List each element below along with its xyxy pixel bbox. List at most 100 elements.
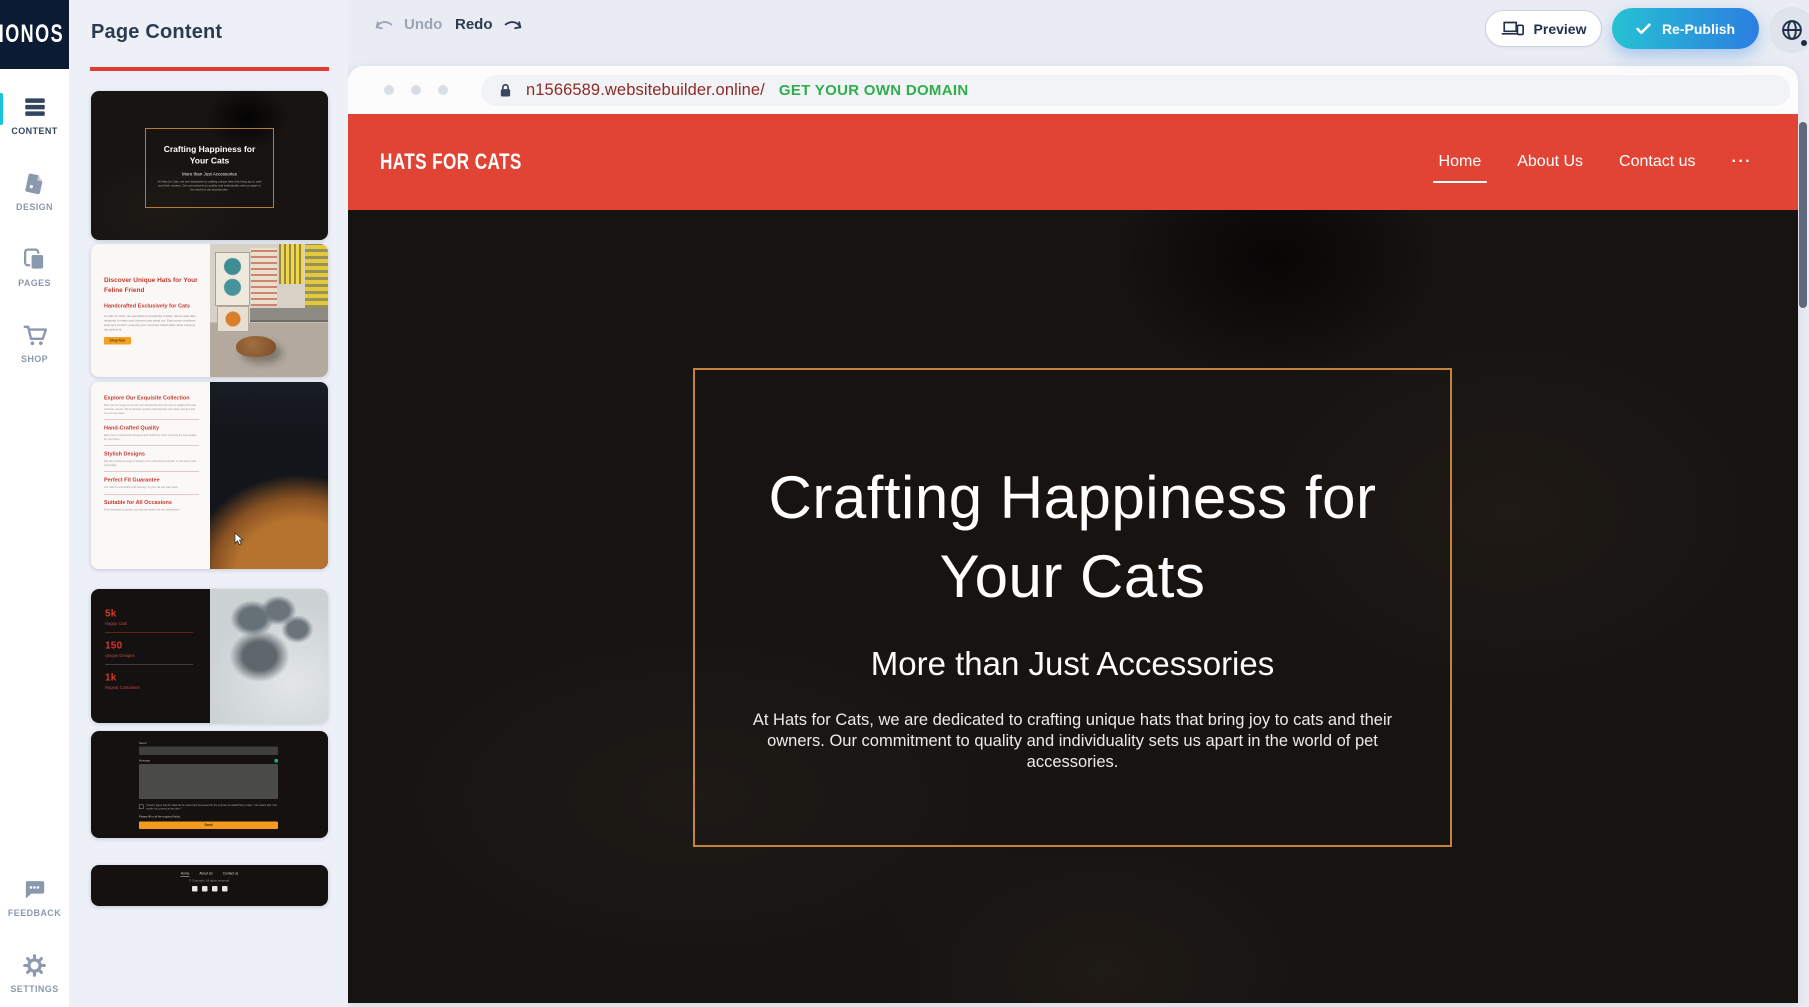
thumb-footer-link: Home xyxy=(181,872,190,877)
hero-body-text: At Hats for Cats, we are dedicated to cr… xyxy=(723,710,1423,773)
preview-button[interactable]: Preview xyxy=(1485,10,1602,47)
ionos-logo: IONOS xyxy=(0,0,69,69)
cat-shape xyxy=(236,336,276,357)
section-thumb-hero[interactable]: Crafting Happiness for Your Cats More th… xyxy=(91,91,328,240)
thumb-collection-body: Each hat is meticulously designed and cr… xyxy=(104,434,199,442)
poster-shape xyxy=(251,248,277,306)
thumb-stat-label: Repeat Customers xyxy=(105,685,193,690)
language-globe-button[interactable] xyxy=(1769,7,1809,53)
thumb-collection-heading: Perfect Fit Guarantee xyxy=(104,477,199,483)
divider xyxy=(104,472,199,473)
sidebar-item-design[interactable]: DESIGN xyxy=(0,161,69,221)
republish-button[interactable]: Re-Publish xyxy=(1612,8,1759,49)
window-dot xyxy=(384,85,394,95)
divider xyxy=(104,494,199,495)
section-thumb-contact-form[interactable]: Name* Message I hereby agree that this d… xyxy=(91,731,328,838)
redo-label: Redo xyxy=(455,16,493,33)
thumb-stat-value: 5k xyxy=(105,608,193,620)
site-nav-about-us[interactable]: About Us xyxy=(1515,149,1585,175)
sidebar-item-label: CONTENT xyxy=(11,126,57,136)
section-thumb-collection[interactable]: Explore Our Exquisite Collection Dive in… xyxy=(91,382,328,569)
section-thumb-stats[interactable]: 5k Happy Cats 150 Unique Designs 1k Repe… xyxy=(91,589,328,723)
rail-bottom-group: FEEDBACK SETT xyxy=(0,867,69,1003)
pinterest-icon xyxy=(222,886,228,892)
thumb-name-label: Name* xyxy=(139,742,278,745)
gear-icon xyxy=(22,953,47,978)
thumb-collection-heading: Explore Our Exquisite Collection xyxy=(104,395,199,401)
address-bar[interactable]: n1566589.websitebuilder.online/ GET YOUR… xyxy=(481,75,1790,106)
window-dot xyxy=(411,85,421,95)
sidebar-item-content[interactable]: CONTENT xyxy=(0,85,69,145)
redo-button[interactable]: Redo xyxy=(455,16,524,33)
thumb-collection-body: Our hats fit comfortably and securely, s… xyxy=(104,486,199,490)
thumb-collection-body: We offer a diverse range of designs, fro… xyxy=(104,460,199,468)
preview-label: Preview xyxy=(1534,21,1587,37)
sidebar-item-label: PAGES xyxy=(18,278,51,288)
thumb-stat-label: Unique Designs xyxy=(105,653,193,658)
devices-icon xyxy=(1501,20,1525,37)
thumb-collection-text-column: Explore Our Exquisite Collection Dive in… xyxy=(91,382,210,569)
site-header: HATS FOR CATS Home About Us Contact us ·… xyxy=(348,114,1798,210)
site-nav-more-button[interactable]: ··· xyxy=(1730,149,1754,175)
section-thumbnail-list: Crafting Happiness for Your Cats More th… xyxy=(91,91,328,906)
thumb-hero-body: At Hats for Cats, we are dedicated to cr… xyxy=(157,180,262,192)
divider xyxy=(104,446,199,447)
site-hero-section: Crafting Happiness for Your Cats More th… xyxy=(348,210,1798,1003)
thumb-collection-photo xyxy=(210,382,328,569)
site-url: n1566589.websitebuilder.online/ xyxy=(526,81,765,100)
hero-editable-box[interactable]: Crafting Happiness for Your Cats More th… xyxy=(693,368,1452,847)
window-control-dots xyxy=(384,85,448,95)
sidebar-item-pages[interactable]: PAGES xyxy=(0,237,69,297)
thumb-discover-body: At Hats for Cats, we specialize in beaut… xyxy=(104,315,200,333)
twitter-icon xyxy=(212,886,218,892)
window-dot xyxy=(438,85,448,95)
sidebar-item-settings[interactable]: SETTINGS xyxy=(0,943,69,1003)
site-navigation: Home About Us Contact us ··· xyxy=(1437,149,1754,175)
thumb-stat-label: Happy Cats xyxy=(105,621,193,626)
undo-label: Undo xyxy=(404,16,442,33)
thumb-hero-box: Crafting Happiness for Your Cats More th… xyxy=(145,128,274,208)
site-brand-logo: HATS FOR CATS xyxy=(380,149,522,175)
thumb-discover-photo xyxy=(210,244,328,377)
thumb-collection-body: Dive into our range of cat hats and acce… xyxy=(104,404,199,416)
facebook-icon xyxy=(192,886,198,892)
feedback-bubble-icon xyxy=(22,877,47,902)
thumb-footer-link: Contact us xyxy=(223,872,239,877)
thumb-shop-now-button: Shop Now xyxy=(104,337,131,345)
sidebar-item-label: SETTINGS xyxy=(10,984,58,994)
get-your-own-domain-link[interactable]: GET YOUR OWN DOMAIN xyxy=(779,82,969,99)
thumb-consent-checkbox xyxy=(139,805,144,810)
thumb-hero-subtitle: More than Just Accessories xyxy=(182,171,237,176)
mouse-cursor-icon xyxy=(234,532,245,546)
lock-icon xyxy=(499,83,512,98)
sidebar-item-label: DESIGN xyxy=(16,202,53,212)
thumb-stat-value: 150 xyxy=(105,640,193,652)
thumb-required-hint: Please fill in all the required fields. xyxy=(139,815,278,818)
poster-shape xyxy=(215,252,250,306)
preview-scrollbar-thumb[interactable] xyxy=(1799,122,1807,308)
sidebar-item-shop[interactable]: SHOP xyxy=(0,313,69,373)
page-title: Page Content xyxy=(91,21,222,44)
section-thumb-footer[interactable]: Home About Us Contact us © Copyright. Al… xyxy=(91,865,328,906)
undo-arrow-icon xyxy=(373,17,395,32)
thumb-footer-link: About Us xyxy=(199,872,212,877)
sidebar-item-feedback[interactable]: FEEDBACK xyxy=(0,867,69,927)
thumb-discover-title: Discover Unique Hats for Your Feline Fri… xyxy=(104,275,200,295)
thumb-collection-heading: Stylish Designs xyxy=(104,451,199,457)
page-content-panel: Page Content Crafting Happiness for Your… xyxy=(69,0,348,1007)
redo-arrow-icon xyxy=(502,17,524,32)
thumb-collection-heading: Hand-Crafted Quality xyxy=(104,425,199,431)
section-thumb-discover[interactable]: Discover Unique Hats for Your Feline Fri… xyxy=(91,244,328,377)
site-nav-home[interactable]: Home xyxy=(1437,149,1484,175)
poster-shape xyxy=(279,244,303,284)
thumb-stats-column: 5k Happy Cats 150 Unique Designs 1k Repe… xyxy=(91,589,210,723)
undo-button[interactable]: Undo xyxy=(373,16,442,33)
globe-icon xyxy=(1779,17,1805,43)
site-nav-contact-us[interactable]: Contact us xyxy=(1617,149,1697,175)
divider xyxy=(104,420,199,421)
left-nav-rail: IONOS CONTENT DESIGN xyxy=(0,0,69,1007)
site-preview-frame: n1566589.websitebuilder.online/ GET YOUR… xyxy=(348,66,1798,1003)
thumb-contact-form: Name* Message I hereby agree that this d… xyxy=(139,736,278,838)
thumb-stat-value: 1k xyxy=(105,672,193,684)
sidebar-item-label: SHOP xyxy=(21,354,48,364)
